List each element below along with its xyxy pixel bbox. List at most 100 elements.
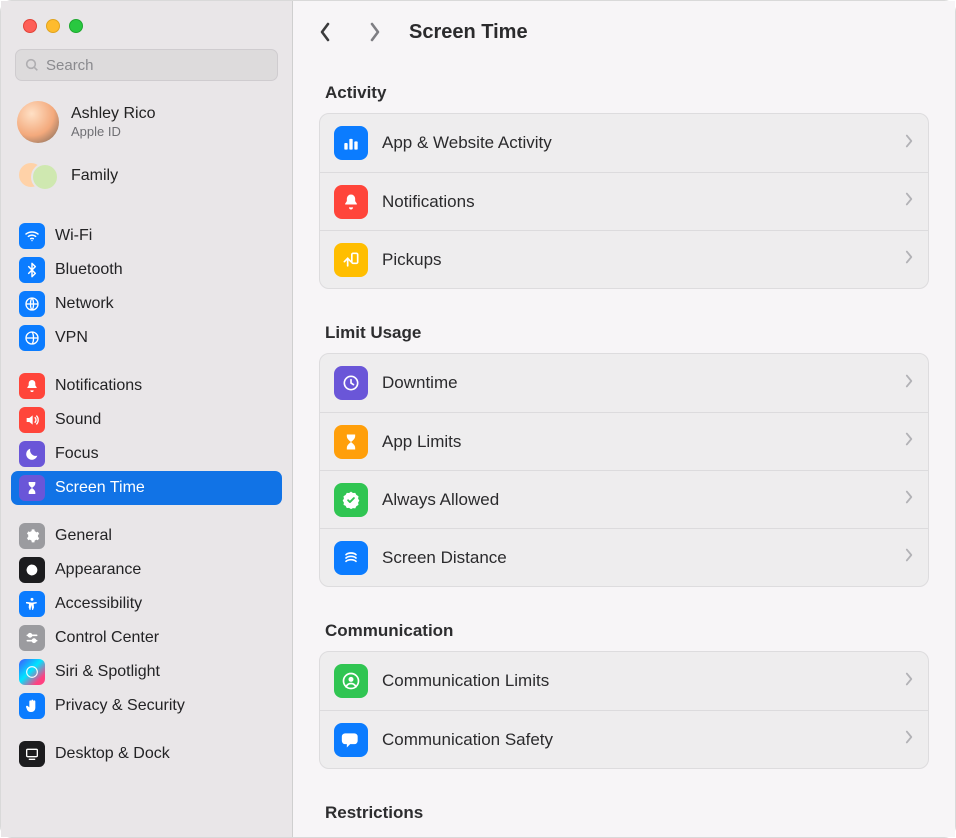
speaker-icon xyxy=(19,407,45,433)
section-limit-usage: Downtime App Limits Always Allowed Scree… xyxy=(319,353,929,587)
sidebar-item-label: Accessibility xyxy=(55,595,142,613)
sidebar-item-focus[interactable]: Focus xyxy=(11,437,282,471)
zoom-window-button[interactable] xyxy=(69,19,83,33)
chevron-right-icon xyxy=(905,133,914,154)
sidebar-item-label: Siri & Spotlight xyxy=(55,663,160,681)
search-icon xyxy=(24,57,40,73)
row-pickups[interactable]: Pickups xyxy=(320,230,928,288)
checkmark-seal-icon xyxy=(334,483,368,517)
row-label: App Limits xyxy=(382,432,905,452)
row-label: Communication Limits xyxy=(382,671,905,691)
nav-back-button[interactable] xyxy=(311,18,339,46)
accessibility-icon xyxy=(19,591,45,617)
avatar xyxy=(17,101,59,143)
bluetooth-icon xyxy=(19,257,45,283)
row-always-allowed[interactable]: Always Allowed xyxy=(320,470,928,528)
sidebar-item-sound[interactable]: Sound xyxy=(11,403,282,437)
sidebar-item-label: Notifications xyxy=(55,377,142,395)
person-circle-icon xyxy=(334,664,368,698)
sidebar-item-siri-spotlight[interactable]: Siri & Spotlight xyxy=(11,655,282,689)
sidebar-item-network[interactable]: Network xyxy=(11,287,282,321)
control-center-icon xyxy=(19,625,45,651)
row-label: Pickups xyxy=(382,250,905,270)
row-app-limits[interactable]: App Limits xyxy=(320,412,928,470)
sidebar-item-control-center[interactable]: Control Center xyxy=(11,621,282,655)
sidebar-item-label: Bluetooth xyxy=(55,261,123,279)
bell-icon xyxy=(334,185,368,219)
row-label: Downtime xyxy=(382,373,905,393)
vpn-icon xyxy=(19,325,45,351)
sidebar-item-desktop-dock[interactable]: Desktop & Dock xyxy=(11,737,282,771)
sidebar-item-wifi[interactable]: Wi-Fi xyxy=(11,219,282,253)
section-label-restrictions: Restrictions xyxy=(325,803,923,823)
row-communication-limits[interactable]: Communication Limits xyxy=(320,652,928,710)
sidebar-item-label: Appearance xyxy=(55,561,141,579)
clock-icon xyxy=(334,366,368,400)
row-label: App & Website Activity xyxy=(382,133,905,153)
row-app-website-activity[interactable]: App & Website Activity xyxy=(320,114,928,172)
row-label: Notifications xyxy=(382,192,905,212)
sidebar-item-general[interactable]: General xyxy=(11,519,282,553)
sidebar-item-label: Privacy & Security xyxy=(55,697,185,715)
sidebar-item-label: Wi-Fi xyxy=(55,227,92,245)
sidebar-item-label: Focus xyxy=(55,445,99,463)
sidebar-item-accessibility[interactable]: Accessibility xyxy=(11,587,282,621)
hand-icon xyxy=(19,693,45,719)
chevron-right-icon xyxy=(905,671,914,692)
section-communication: Communication Limits Communication Safet… xyxy=(319,651,929,769)
chevron-right-icon xyxy=(905,249,914,270)
desktop-dock-icon xyxy=(19,741,45,767)
sidebar-item-apple-id[interactable]: Ashley Rico Apple ID xyxy=(11,95,282,149)
sidebar-item-notifications[interactable]: Notifications xyxy=(11,369,282,403)
sidebar-item-label: General xyxy=(55,527,112,545)
sidebar-item-bluetooth[interactable]: Bluetooth xyxy=(11,253,282,287)
row-communication-safety[interactable]: Communication Safety xyxy=(320,710,928,768)
chevron-right-icon xyxy=(905,729,914,750)
sidebar-item-label: Control Center xyxy=(55,629,159,647)
chevron-right-icon xyxy=(905,191,914,212)
section-label-limit-usage: Limit Usage xyxy=(325,323,923,343)
appearance-icon xyxy=(19,557,45,583)
sidebar-item-label: Network xyxy=(55,295,114,313)
bubble-icon xyxy=(334,723,368,757)
family-icon xyxy=(17,155,59,197)
chevron-right-icon xyxy=(905,373,914,394)
gear-icon xyxy=(19,523,45,549)
sidebar-item-appearance[interactable]: Appearance xyxy=(11,553,282,587)
sidebar-item-label: Desktop & Dock xyxy=(55,745,170,763)
main-header: Screen Time xyxy=(293,1,955,63)
row-downtime[interactable]: Downtime xyxy=(320,354,928,412)
row-label: Communication Safety xyxy=(382,730,905,750)
sidebar-item-label: Screen Time xyxy=(55,479,145,497)
window-controls xyxy=(1,1,292,45)
sidebar: Ashley Rico Apple ID Family Wi-Fi Blueto… xyxy=(1,1,293,837)
section-label-communication: Communication xyxy=(325,621,923,641)
chevron-right-icon xyxy=(905,431,914,452)
row-screen-distance[interactable]: Screen Distance xyxy=(320,528,928,586)
sidebar-item-label: VPN xyxy=(55,329,88,347)
row-notifications[interactable]: Notifications xyxy=(320,172,928,230)
sidebar-item-privacy-security[interactable]: Privacy & Security xyxy=(11,689,282,723)
chevron-right-icon xyxy=(905,547,914,568)
page-title: Screen Time xyxy=(409,21,528,44)
screen-distance-icon xyxy=(334,541,368,575)
chevron-right-icon xyxy=(905,489,914,510)
minimize-window-button[interactable] xyxy=(46,19,60,33)
sidebar-item-vpn[interactable]: VPN xyxy=(11,321,282,355)
sidebar-item-family[interactable]: Family xyxy=(11,149,282,205)
search-field[interactable] xyxy=(15,49,278,81)
section-label-activity: Activity xyxy=(325,83,923,103)
nav-forward-button[interactable] xyxy=(361,18,389,46)
hourglass-icon xyxy=(334,425,368,459)
sidebar-item-label: Sound xyxy=(55,411,101,429)
bell-icon xyxy=(19,373,45,399)
hourglass-icon xyxy=(19,475,45,501)
wifi-icon xyxy=(19,223,45,249)
pickups-icon xyxy=(334,243,368,277)
siri-icon xyxy=(19,659,45,685)
search-input[interactable] xyxy=(46,57,269,74)
network-icon xyxy=(19,291,45,317)
sidebar-item-screen-time[interactable]: Screen Time xyxy=(11,471,282,505)
close-window-button[interactable] xyxy=(23,19,37,33)
account-sub: Apple ID xyxy=(71,124,155,139)
